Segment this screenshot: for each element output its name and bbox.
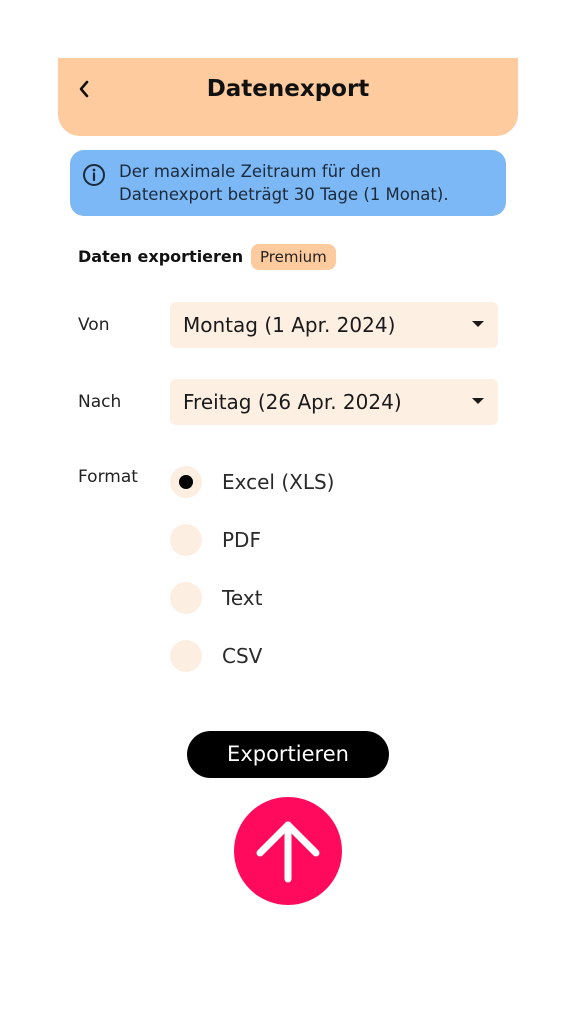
radio-button[interactable]	[170, 582, 202, 614]
from-date-value: Montag (1 Apr. 2024)	[183, 313, 396, 337]
info-icon	[83, 164, 105, 186]
export-button[interactable]: Exportieren	[187, 731, 389, 778]
radio-label: PDF	[222, 528, 261, 552]
info-banner: Der maximale Zeitraum für den Datenexpor…	[70, 150, 506, 216]
radio-label: Excel (XLS)	[222, 470, 335, 494]
format-option-text[interactable]: Text	[170, 580, 430, 616]
radio-dot	[179, 475, 193, 489]
arrow-up-icon	[256, 821, 320, 883]
to-date-value: Freitag (26 Apr. 2024)	[183, 390, 402, 414]
info-text-line-1: Der maximale Zeitraum für den	[119, 162, 382, 181]
caret-down-icon	[472, 321, 484, 327]
radio-label: Text	[222, 586, 263, 610]
radio-button-selected[interactable]	[170, 466, 202, 498]
to-label: Nach	[78, 392, 122, 412]
radio-button[interactable]	[170, 640, 202, 672]
from-label: Von	[78, 315, 110, 335]
format-option-pdf[interactable]: PDF	[170, 522, 430, 558]
data-export-screen: Datenexport Der maximale Zeitraum für de…	[0, 0, 576, 1024]
premium-badge: Premium	[251, 244, 336, 270]
from-date-select[interactable]: Montag (1 Apr. 2024)	[170, 302, 498, 348]
info-text: Der maximale Zeitraum für den Datenexpor…	[119, 160, 499, 206]
caret-down-icon	[472, 398, 484, 404]
info-text-line-2: Datenexport beträgt 30 Tage (1 Monat).	[119, 185, 449, 204]
format-option-xls[interactable]: Excel (XLS)	[170, 464, 430, 500]
format-option-csv[interactable]: CSV	[170, 638, 430, 674]
radio-label: CSV	[222, 644, 263, 668]
upload-fab-button[interactable]	[234, 797, 342, 905]
format-label: Format	[78, 467, 138, 487]
page-title: Datenexport	[206, 76, 370, 102]
app-header: Datenexport	[58, 58, 518, 136]
radio-button[interactable]	[170, 524, 202, 556]
section-title: Daten exportieren	[78, 247, 244, 266]
to-date-select[interactable]: Freitag (26 Apr. 2024)	[170, 379, 498, 425]
